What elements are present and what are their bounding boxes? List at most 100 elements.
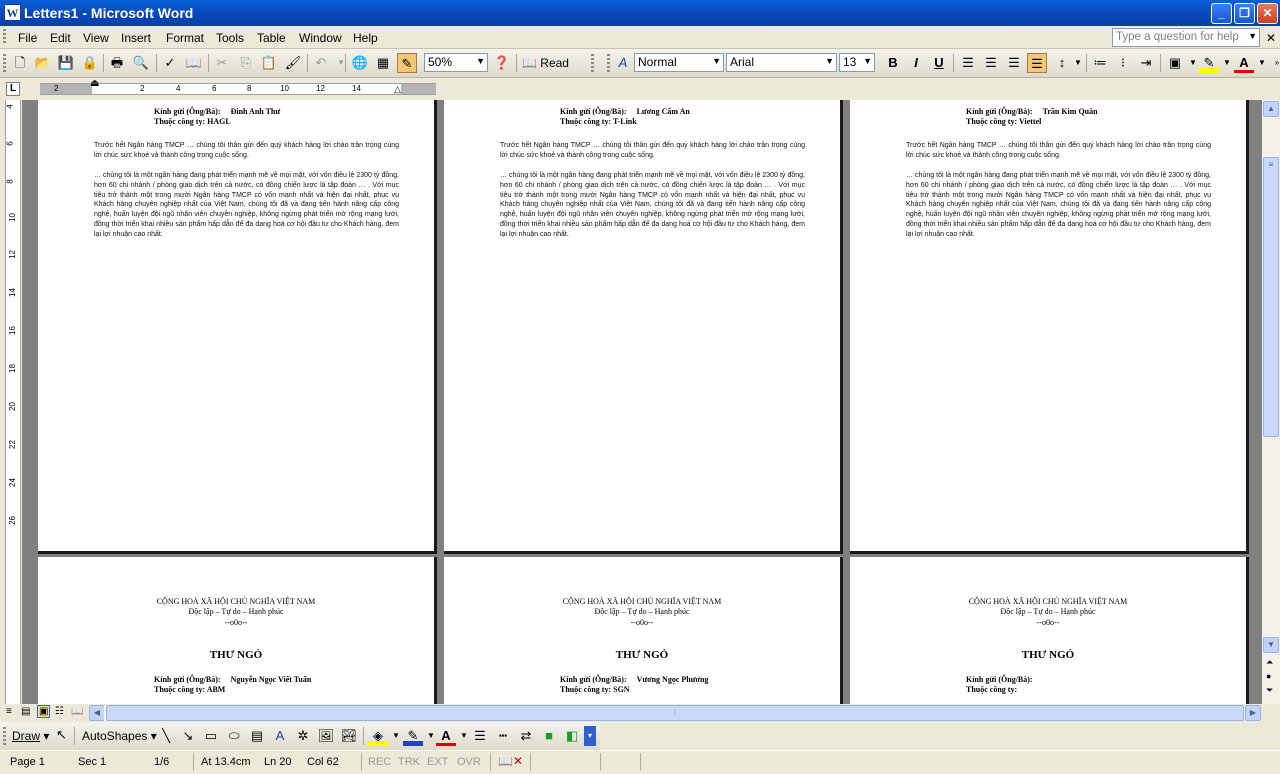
italic-button[interactable]: I <box>906 53 926 73</box>
print-layout-icon[interactable]: ▣ <box>37 705 51 718</box>
font-size-select[interactable]: 13 ▼ <box>839 53 875 72</box>
next-page-icon[interactable]: ⏷ <box>1266 685 1273 696</box>
menu-edit[interactable]: Edit <box>50 31 71 45</box>
status-trk[interactable]: TRK <box>398 756 420 768</box>
indent-marker[interactable]: ⏏ <box>90 78 99 89</box>
web-layout-icon[interactable]: ▤ <box>21 706 30 717</box>
horizontal-scroll-thumb[interactable]: ⦙ <box>106 705 1244 721</box>
word-app-icon[interactable]: W <box>4 4 21 21</box>
wordart-icon[interactable]: A <box>270 726 290 746</box>
spelling-icon[interactable]: ✓ <box>160 53 180 73</box>
previous-page-icon[interactable]: ⏶ <box>1266 657 1273 668</box>
tab-selector[interactable]: L <box>6 82 20 96</box>
align-center-icon[interactable]: ☰ <box>981 53 1001 73</box>
scroll-right-icon[interactable]: ▶ <box>1245 705 1261 721</box>
research-icon[interactable]: 📖 <box>184 53 204 73</box>
browse-object-icon[interactable]: ● <box>1266 671 1271 681</box>
drawing-toggle-icon[interactable]: ✎ <box>397 53 417 73</box>
style-select[interactable]: Normal ▼ <box>634 53 724 72</box>
menu-insert[interactable]: Insert <box>121 31 151 45</box>
status-rec[interactable]: REC <box>368 756 391 768</box>
document-close-icon[interactable]: ✕ <box>1266 31 1276 45</box>
normal-view-icon[interactable]: ≡ <box>6 706 12 717</box>
menu-format[interactable]: Format <box>166 31 204 45</box>
chevron-down-icon[interactable]: ▼ <box>1068 53 1088 73</box>
status-ext[interactable]: EXT <box>427 756 448 768</box>
chevron-down-icon[interactable]: ▼ <box>331 53 351 73</box>
chevron-down-icon[interactable]: ▼ <box>1248 31 1257 41</box>
bullets-icon[interactable]: ⁝ <box>1113 53 1133 73</box>
clipart-icon[interactable]: 🖼 <box>316 726 336 746</box>
permission-icon[interactable]: 🔒 <box>80 53 100 73</box>
paste-icon[interactable]: 📋 <box>259 53 279 73</box>
zoom-select[interactable]: 50% ▼ <box>424 53 488 72</box>
arrow-icon[interactable]: ↘ <box>178 726 198 746</box>
underline-button[interactable]: U <box>929 53 949 73</box>
vertical-ruler[interactable]: 4 6 8 10 12 14 16 18 20 22 24 26 <box>5 100 21 704</box>
oval-icon[interactable]: ⬭ <box>224 726 244 746</box>
new-document-icon[interactable]: 🗋 <box>10 53 30 73</box>
select-objects-icon[interactable]: ↖ <box>56 727 67 743</box>
autoshapes-menu-button[interactable]: AutoShapes ▾ <box>82 729 157 743</box>
scroll-thumb[interactable]: ≡ <box>1263 157 1279 437</box>
toolbar-grip[interactable] <box>3 54 6 72</box>
font-color-icon[interactable]: A <box>1234 53 1254 73</box>
read-button[interactable]: 📖 Read <box>522 56 569 70</box>
fill-color-icon[interactable]: ◈ <box>368 726 388 746</box>
insert-table-icon[interactable]: ▦ <box>373 53 393 73</box>
format-painter-icon[interactable]: 🖌 <box>283 53 303 73</box>
horizontal-ruler[interactable]: 2 2 4 6 8 10 12 14 ⏏ △ <box>40 78 436 95</box>
print-icon[interactable]: 🖶 <box>107 53 127 73</box>
toolbar-options-icon[interactable]: ▾ <box>584 726 596 746</box>
letter-page[interactable]: CỘNG HOÀ XÃ HỘI CHỦ NGHĨA VIỆT NAM Độc l… <box>38 557 437 704</box>
outline-view-icon[interactable]: ☷ <box>55 706 64 717</box>
scroll-down-icon[interactable]: ▼ <box>1263 637 1279 653</box>
line-style-icon[interactable]: ☰ <box>470 726 490 746</box>
shadow-style-icon[interactable]: ■ <box>539 726 559 746</box>
draw-font-color-icon[interactable]: A <box>436 726 456 746</box>
chevron-down-icon[interactable]: ▼ <box>825 56 834 66</box>
styles-pane-icon[interactable]: A <box>613 53 633 73</box>
arrow-style-icon[interactable]: ⇄ <box>516 726 536 746</box>
print-preview-icon[interactable]: 🔍 <box>131 53 151 73</box>
toolbar-grip[interactable] <box>607 54 610 72</box>
toolbar-grip[interactable] <box>591 54 594 72</box>
insert-picture-icon[interactable]: 🏞 <box>339 726 359 746</box>
chevron-down-icon[interactable]: ▼ <box>863 56 872 66</box>
chevron-down-icon[interactable]: ▼ <box>712 56 721 66</box>
reading-layout-icon[interactable]: 📖 <box>71 706 83 717</box>
help-question-input[interactable]: Type a question for help ▼ <box>1112 28 1260 47</box>
spelling-status-icon[interactable]: 📖✕ <box>498 754 523 768</box>
scroll-left-icon[interactable]: ◀ <box>89 705 105 721</box>
textbox-icon[interactable]: ▤ <box>247 726 267 746</box>
align-left-icon[interactable]: ☰ <box>958 53 978 73</box>
align-right-icon[interactable]: ☰ <box>1004 53 1024 73</box>
vertical-scrollbar[interactable]: ▲ ≡ ▼ ⏶ ● ⏷ <box>1262 100 1280 704</box>
letter-page[interactable]: Kính gửi (Ông/Bà): Lương Cẩm An Thuộc côn… <box>444 100 843 554</box>
help-icon[interactable]: ❓ <box>492 53 512 73</box>
letter-page[interactable]: CỘNG HOÀ XÃ HỘI CHỦ NGHĨA VIỆT NAM Độc l… <box>444 557 843 704</box>
undo-icon[interactable]: ↶ <box>311 53 331 73</box>
maximize-button[interactable]: ❐ <box>1234 3 1255 24</box>
3d-style-icon[interactable]: ◧ <box>562 726 582 746</box>
menu-tools[interactable]: Tools <box>216 31 244 45</box>
chevron-down-icon[interactable]: ▼ <box>476 56 485 66</box>
menu-help[interactable]: Help <box>353 31 378 45</box>
menu-view[interactable]: View <box>83 31 109 45</box>
borders-icon[interactable]: ▣ <box>1165 53 1185 73</box>
bold-button[interactable]: B <box>883 53 903 73</box>
letter-page[interactable]: Kính gửi (Ông/Bà): Đinh Anh Thư Thuộc côn… <box>38 100 437 554</box>
save-icon[interactable]: 💾 <box>56 53 76 73</box>
numbering-icon[interactable]: ≔ <box>1090 53 1110 73</box>
justify-icon[interactable]: ☰ <box>1027 53 1047 73</box>
horizontal-scrollbar[interactable]: ⦙ <box>104 705 1261 721</box>
menu-file[interactable]: File <box>18 31 37 45</box>
scroll-up-icon[interactable]: ▲ <box>1263 101 1279 117</box>
letter-page[interactable]: CỘNG HOÀ XÃ HỘI CHỦ NGHĨA VIỆT NAM Độc l… <box>850 557 1249 704</box>
toolbar-grip[interactable] <box>3 727 6 745</box>
line-icon[interactable]: ╲ <box>156 726 176 746</box>
rectangle-icon[interactable]: ▭ <box>201 726 221 746</box>
dash-style-icon[interactable]: ┅ <box>493 726 513 746</box>
document-area[interactable]: Kính gửi (Ông/Bà): Đinh Anh Thư Thuộc côn… <box>22 100 1262 704</box>
close-button[interactable]: ✕ <box>1257 3 1278 24</box>
